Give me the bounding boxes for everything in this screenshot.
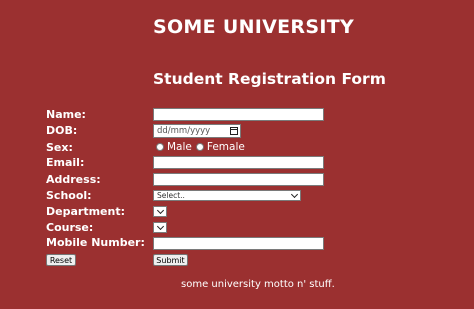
address-label: Address: [46, 173, 101, 186]
department-select[interactable] [153, 206, 167, 217]
dob-label: DOB: [46, 124, 78, 137]
female-radio-label[interactable]: Female [207, 141, 245, 153]
male-radio-label[interactable]: Male [167, 141, 192, 153]
dob-input[interactable]: dd/mm/yyyy [153, 124, 241, 138]
chevron-down-icon [156, 206, 164, 215]
dob-placeholder: dd/mm/yyyy [157, 126, 211, 136]
sex-label: Sex: [46, 141, 73, 154]
email-input[interactable] [153, 156, 324, 169]
reset-button[interactable]: Reset [46, 254, 76, 266]
name-label: Name: [46, 108, 86, 121]
address-input[interactable] [153, 173, 324, 186]
calendar-icon[interactable] [230, 127, 238, 135]
course-label: Course: [46, 221, 94, 234]
university-title: SOME UNIVERSITY [153, 16, 355, 38]
mobile-label: Mobile Number: [46, 236, 145, 249]
name-input[interactable] [153, 108, 324, 121]
mobile-input[interactable] [153, 237, 324, 250]
male-radio[interactable] [156, 143, 164, 151]
school-label: School: [46, 189, 92, 202]
school-selected-value: Select.. [157, 191, 185, 200]
course-select[interactable] [153, 222, 167, 233]
form-title: Student Registration Form [153, 70, 386, 88]
department-label: Department: [46, 205, 125, 218]
email-label: Email: [46, 156, 85, 169]
chevron-down-icon [156, 222, 164, 231]
school-select[interactable]: Select.. [153, 190, 301, 201]
footer-motto: some university motto n' stuff. [181, 279, 335, 290]
sex-radio-group: Male Female [156, 141, 249, 153]
chevron-down-icon [290, 190, 299, 199]
submit-button[interactable]: Submit [153, 254, 188, 266]
female-radio[interactable] [195, 143, 204, 151]
